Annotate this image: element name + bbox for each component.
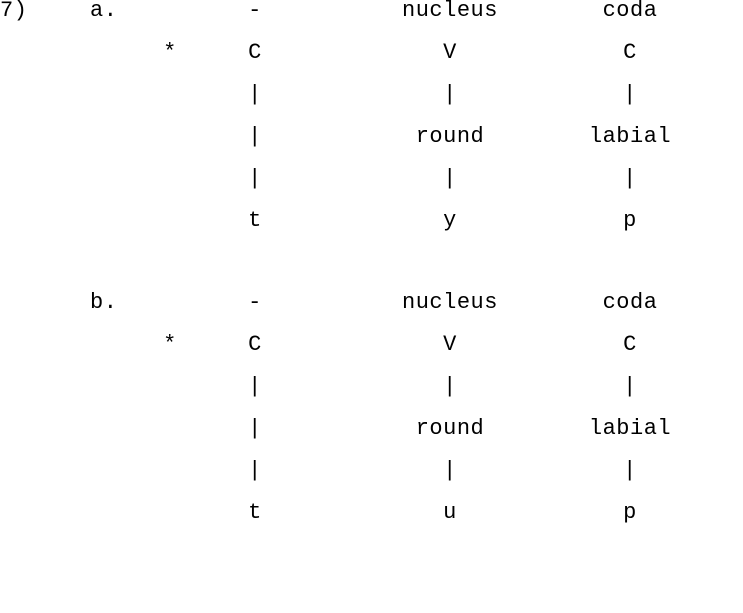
linguistic-diagram-page: 7) a. - nucleus coda * C V C | | | | rou…	[0, 0, 743, 544]
col2-feature-b: round	[380, 418, 520, 440]
col3-segment-a: p	[560, 210, 700, 232]
col2-header-a: nucleus	[380, 0, 520, 22]
col2-feature-a: round	[380, 126, 520, 148]
col2-slot-b: V	[380, 334, 520, 356]
row-a-segments: t y p	[0, 210, 743, 252]
row-b-conn-2: | | |	[0, 460, 743, 502]
star-b: *	[155, 334, 185, 356]
col1-conn1-a: |	[225, 84, 285, 106]
col3-conn1-b: |	[560, 376, 700, 398]
col2-header-b: nucleus	[380, 292, 520, 314]
star-a: *	[155, 42, 185, 64]
col1-slot-b: C	[225, 334, 285, 356]
col1-conn2-b: |	[225, 418, 285, 440]
col3-slot-b: C	[560, 334, 700, 356]
example-number: 7)	[0, 0, 40, 22]
col1-segment-a: t	[225, 210, 285, 232]
col3-header-a: coda	[560, 0, 700, 22]
row-a-conn-1: | | |	[0, 84, 743, 126]
col3-header-b: coda	[560, 292, 700, 314]
row-b-features: | round labial	[0, 418, 743, 460]
row-b-header: b. - nucleus coda	[0, 292, 743, 334]
row-b-conn-1: | | |	[0, 376, 743, 418]
row-a-features: | round labial	[0, 126, 743, 168]
col1-segment-b: t	[225, 502, 285, 524]
row-b-slots: * C V C	[0, 334, 743, 376]
row-a-header: 7) a. - nucleus coda	[0, 0, 743, 42]
col2-conn1-a: |	[380, 84, 520, 106]
diagram-letter-b: b.	[90, 292, 130, 314]
col3-feature-a: labial	[560, 126, 700, 148]
col2-conn2-b: |	[380, 460, 520, 482]
col1-conn3-b: |	[225, 460, 285, 482]
diagram-letter-a: a.	[90, 0, 130, 22]
col3-slot-a: C	[560, 42, 700, 64]
col2-conn1-b: |	[380, 376, 520, 398]
col3-feature-b: labial	[560, 418, 700, 440]
col2-segment-a: y	[380, 210, 520, 232]
col2-slot-a: V	[380, 42, 520, 64]
col1-conn1-b: |	[225, 376, 285, 398]
col3-segment-b: p	[560, 502, 700, 524]
col1-conn2-a: |	[225, 126, 285, 148]
col1-header-b: -	[225, 292, 285, 314]
col2-conn2-a: |	[380, 168, 520, 190]
row-a-conn-2: | | |	[0, 168, 743, 210]
row-a-slots: * C V C	[0, 42, 743, 84]
col1-slot-a: C	[225, 42, 285, 64]
col1-conn3-a: |	[225, 168, 285, 190]
col3-conn2-a: |	[560, 168, 700, 190]
col2-segment-b: u	[380, 502, 520, 524]
col3-conn2-b: |	[560, 460, 700, 482]
col3-conn1-a: |	[560, 84, 700, 106]
col1-header-a: -	[225, 0, 285, 22]
diagram-gap	[0, 252, 743, 292]
row-b-segments: t u p	[0, 502, 743, 544]
